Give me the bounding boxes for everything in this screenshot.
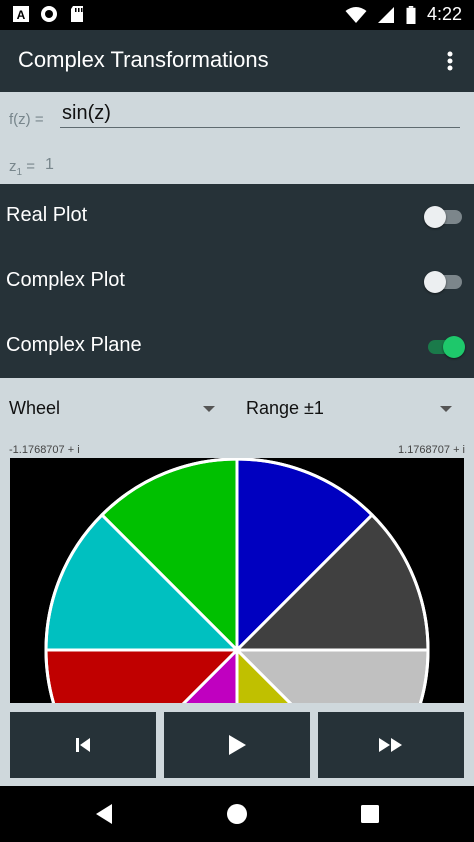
range-right-label: 1.1768707 + i <box>398 444 465 456</box>
sd-card-icon <box>71 6 83 22</box>
signal-icon <box>377 6 394 23</box>
complex-plot-label: Complex Plot <box>6 269 125 291</box>
mode-select[interactable]: Wheel <box>9 398 219 424</box>
back-triangle-icon[interactable] <box>90 800 118 828</box>
skip-previous-icon <box>76 738 90 752</box>
wifi-icon <box>345 6 367 23</box>
app-title: Complex Transformations <box>18 47 269 72</box>
fz-label: f(z) = <box>9 111 44 128</box>
range-dropdown-icon <box>440 406 452 412</box>
circle-o-icon <box>41 6 57 22</box>
function-panel: f(z) = z1 = 1 <box>0 92 474 184</box>
complex-plane-switch[interactable] <box>426 336 465 358</box>
real-plot-switch[interactable] <box>424 206 464 228</box>
plot-panel: Wheel Range ±1 -1.1768707 + i 1.1768707 … <box>0 378 474 786</box>
recents-square-icon[interactable] <box>356 800 384 828</box>
status-bar: A 4:22 <box>0 0 474 30</box>
toggle-section: Real Plot Complex Plot Complex Plane <box>0 184 474 378</box>
a-box-icon: A <box>13 6 29 22</box>
battery-icon <box>406 5 416 24</box>
complex-plot-switch[interactable] <box>424 271 464 293</box>
toggle-row-complex-plane[interactable]: Complex Plane <box>0 314 474 378</box>
complex-plane-canvas[interactable] <box>10 458 464 703</box>
z1-label: z1 = <box>9 158 35 178</box>
play-icon <box>229 735 246 755</box>
navigation-bar <box>0 786 474 842</box>
real-plot-label: Real Plot <box>6 204 88 226</box>
range-select-value: Range ±1 <box>246 398 324 418</box>
skip-previous-button[interactable] <box>10 712 156 778</box>
toggle-row-real-plot[interactable]: Real Plot <box>0 184 474 248</box>
function-input[interactable] <box>60 100 460 128</box>
range-select[interactable]: Range ±1 <box>246 398 456 424</box>
more-vert-icon[interactable] <box>438 46 462 76</box>
fast-forward-icon <box>379 738 402 752</box>
complex-plane-label: Complex Plane <box>6 334 142 356</box>
home-circle-icon[interactable] <box>223 800 251 828</box>
range-left-label: -1.1768707 + i <box>9 444 80 456</box>
z1-value[interactable]: 1 <box>45 156 54 174</box>
play-button[interactable] <box>164 712 310 778</box>
fast-forward-button[interactable] <box>318 712 464 778</box>
playback-controls <box>0 712 474 778</box>
mode-dropdown-icon <box>203 406 215 412</box>
z1-equals: = <box>22 158 35 175</box>
toggle-row-complex-plot[interactable]: Complex Plot <box>0 249 474 313</box>
z1-symbol: z <box>9 158 17 175</box>
svg-text:A: A <box>17 8 26 22</box>
color-wheel <box>44 458 430 703</box>
status-time: 4:22 <box>426 4 462 24</box>
mode-select-value: Wheel <box>9 398 61 418</box>
app-bar: Complex Transformations <box>0 30 474 92</box>
